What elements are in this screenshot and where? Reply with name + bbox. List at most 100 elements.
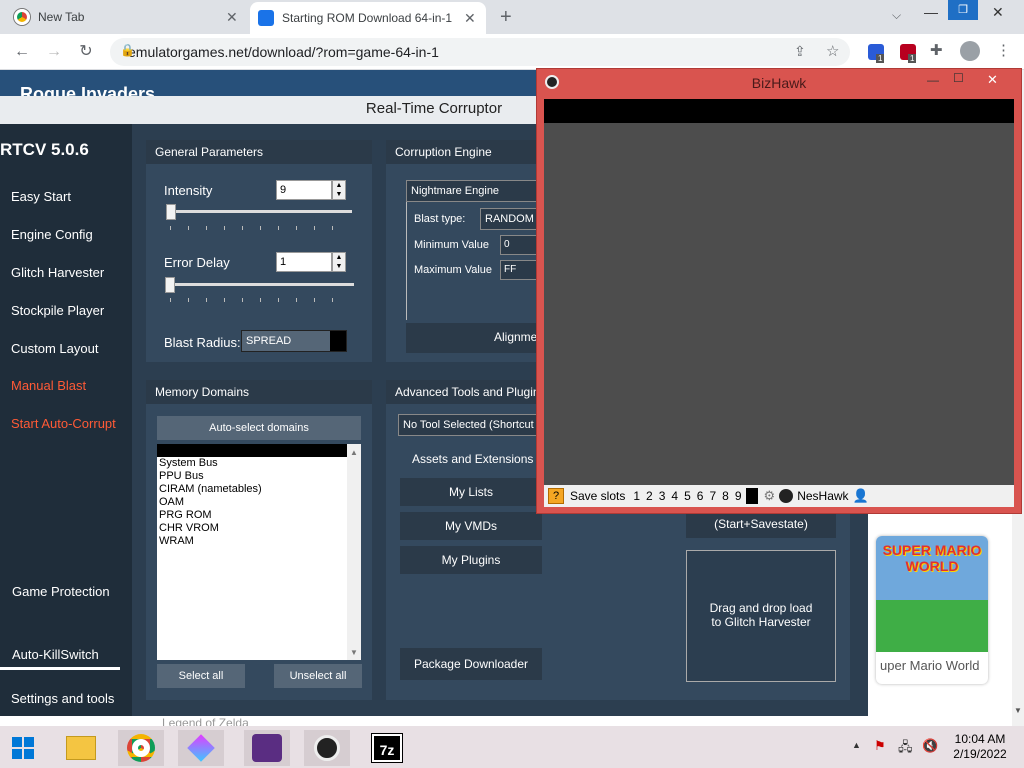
gem-app-icon[interactable] bbox=[178, 730, 224, 766]
rtcv-app-icon[interactable] bbox=[244, 730, 290, 766]
file-explorer-icon[interactable] bbox=[58, 730, 104, 766]
help-icon[interactable]: ? bbox=[548, 488, 564, 504]
error-delay-input[interactable]: 1 bbox=[276, 252, 332, 272]
my-plugins-button[interactable]: My Plugins bbox=[400, 546, 542, 574]
intensity-slider[interactable] bbox=[166, 210, 352, 213]
min-value-input[interactable]: 0 bbox=[500, 235, 538, 255]
sidebar-item-glitch-harvester[interactable]: Glitch Harvester bbox=[0, 261, 132, 285]
list-item[interactable]: PRG ROM bbox=[159, 509, 361, 522]
error-delay-slider-thumb[interactable] bbox=[165, 277, 175, 293]
save-slot-3[interactable]: 3 bbox=[659, 489, 666, 503]
scroll-down-icon[interactable]: ▼ bbox=[1014, 706, 1022, 715]
new-tab-plus-icon[interactable]: + bbox=[500, 6, 512, 29]
minimize-icon[interactable]: — bbox=[927, 73, 939, 87]
error-delay-spinner[interactable]: ▲ ▼ bbox=[332, 252, 346, 272]
bizhawk-app-icon[interactable] bbox=[304, 730, 350, 766]
save-slot-8[interactable]: 8 bbox=[722, 489, 729, 503]
list-item[interactable]: OAM bbox=[159, 496, 361, 509]
list-item[interactable]: System Bus bbox=[159, 457, 361, 470]
save-slots-label: Save slots bbox=[570, 489, 626, 503]
auto-killswitch-toggle[interactable]: Auto-KillSwitch bbox=[0, 643, 132, 667]
forward-arrow-icon[interactable]: → bbox=[44, 42, 64, 62]
url-field[interactable]: 🔒 emulatorgames.net/download/?rom=game-6… bbox=[110, 38, 850, 66]
scroll-down-icon[interactable]: ▼ bbox=[350, 646, 358, 659]
sidebar-item-easy-start[interactable]: Easy Start bbox=[0, 185, 132, 209]
close-window-icon[interactable]: ✕ bbox=[992, 4, 1004, 21]
blast-type-select[interactable]: RANDOM bbox=[480, 208, 538, 230]
intensity-input[interactable]: 9 bbox=[276, 180, 332, 200]
intensity-spinner[interactable]: ▲ ▼ bbox=[332, 180, 346, 200]
my-vmds-button[interactable]: My VMDs bbox=[400, 512, 542, 540]
glitch-harvester-drop-zone[interactable]: Drag and drop load to Glitch Harvester bbox=[686, 550, 836, 682]
extension-badge: 1 bbox=[908, 54, 917, 63]
list-item[interactable]: PPU Bus bbox=[159, 470, 361, 483]
core-name: NesHawk bbox=[797, 489, 849, 503]
save-slot-7[interactable]: 7 bbox=[709, 489, 716, 503]
auto-select-domains-button[interactable]: Auto-select domains bbox=[157, 416, 361, 440]
sidebar-item-settings[interactable]: Settings and tools bbox=[0, 687, 132, 711]
start-auto-corrupt-button[interactable]: Start Auto-Corrupt bbox=[0, 412, 132, 436]
network-icon[interactable]: 🖧 bbox=[898, 738, 913, 760]
close-window-icon[interactable]: ✕ bbox=[987, 72, 998, 88]
back-arrow-icon[interactable]: ← bbox=[12, 42, 32, 62]
memory-domain-list[interactable]: System Bus PPU Bus CIRAM (nametables) OA… bbox=[157, 444, 361, 660]
tray-chevron-icon[interactable]: ▲ bbox=[852, 740, 861, 750]
blast-radius-select[interactable]: SPREAD bbox=[241, 330, 347, 352]
sidebar-item-custom-layout[interactable]: Custom Layout bbox=[0, 337, 132, 361]
panel-heading: Advanced Tools and Plugin bbox=[386, 380, 538, 404]
restore-icon[interactable]: ❐ bbox=[948, 0, 978, 20]
chrome-icon[interactable] bbox=[118, 730, 164, 766]
tab-active[interactable]: Starting ROM Download 64-in-1 ✕ bbox=[250, 2, 486, 34]
volume-muted-icon[interactable]: 🔇 bbox=[922, 738, 938, 754]
alignment-label: Alignme bbox=[494, 330, 538, 344]
save-slot-9[interactable]: 9 bbox=[735, 489, 742, 503]
select-all-button[interactable]: Select all bbox=[157, 664, 245, 688]
unselect-all-button[interactable]: Unselect all bbox=[274, 664, 362, 688]
save-slot-4[interactable]: 4 bbox=[671, 489, 678, 503]
save-slot-2[interactable]: 2 bbox=[646, 489, 653, 503]
manual-blast-button[interactable]: Manual Blast bbox=[0, 374, 132, 398]
killswitch-progress bbox=[0, 667, 120, 670]
list-scrollbar[interactable]: ▲ ▼ bbox=[347, 444, 361, 660]
chevron-down-icon[interactable]: ⌵ bbox=[892, 8, 901, 23]
bookmark-star-icon[interactable]: ☆ bbox=[826, 42, 839, 60]
minimize-icon[interactable]: — bbox=[924, 4, 938, 20]
scroll-up-icon[interactable]: ▲ bbox=[350, 446, 358, 459]
puzzle-extensions-icon[interactable]: ✚ bbox=[930, 41, 943, 59]
maximize-icon[interactable]: ☐ bbox=[953, 71, 964, 85]
game-card[interactable]: SUPER MARIO WORLD uper Mario World bbox=[876, 536, 988, 684]
error-delay-slider[interactable] bbox=[166, 283, 354, 286]
package-downloader-button[interactable]: Package Downloader bbox=[400, 648, 542, 680]
save-slot-5[interactable]: 5 bbox=[684, 489, 691, 503]
save-slot-1[interactable]: 1 bbox=[633, 489, 640, 503]
my-lists-button[interactable]: My Lists bbox=[400, 478, 542, 506]
engine-select[interactable]: Nightmare Engine bbox=[406, 180, 538, 202]
share-icon[interactable]: ⇪ bbox=[794, 43, 806, 60]
profile-avatar-icon[interactable] bbox=[960, 41, 980, 61]
reload-icon[interactable]: ↻ bbox=[76, 42, 96, 62]
list-item[interactable]: WRAM bbox=[159, 535, 361, 548]
emulator-screen[interactable] bbox=[544, 99, 1014, 485]
close-icon[interactable]: ✕ bbox=[226, 9, 238, 26]
close-icon[interactable]: ✕ bbox=[464, 10, 476, 27]
save-slot-6[interactable]: 6 bbox=[697, 489, 704, 503]
max-value-input[interactable]: FF bbox=[500, 260, 538, 280]
tool-select[interactable]: No Tool Selected (Shortcut bbox=[398, 414, 538, 436]
url-text: emulatorgames.net/download/?rom=game-64-… bbox=[128, 44, 439, 60]
chrome-icon bbox=[14, 9, 30, 25]
7zip-icon[interactable]: 7z bbox=[364, 730, 410, 766]
sidebar-item-stockpile-player[interactable]: Stockpile Player bbox=[0, 299, 132, 323]
list-item[interactable]: CIRAM (nametables) bbox=[159, 483, 361, 496]
save-slot-0-selected[interactable] bbox=[745, 488, 758, 504]
taskbar-clock[interactable]: 10:04 AM 2/19/2022 bbox=[944, 732, 1016, 762]
sidebar-item-engine-config[interactable]: Engine Config bbox=[0, 223, 132, 247]
start-savestate-button[interactable]: (Start+Savestate) bbox=[686, 510, 836, 538]
tab-new-tab[interactable]: New Tab ✕ bbox=[14, 0, 244, 34]
game-protection-toggle[interactable]: Game Protection bbox=[0, 580, 132, 604]
intensity-slider-thumb[interactable] bbox=[166, 204, 176, 220]
start-windows-icon[interactable] bbox=[0, 730, 46, 766]
list-item[interactable]: CHR VROM bbox=[159, 522, 361, 535]
menu-kebab-icon[interactable]: ⋮ bbox=[996, 41, 1011, 59]
selected-domain-row[interactable] bbox=[157, 444, 347, 457]
action-center-flag-icon[interactable]: ⚑ bbox=[874, 738, 886, 754]
